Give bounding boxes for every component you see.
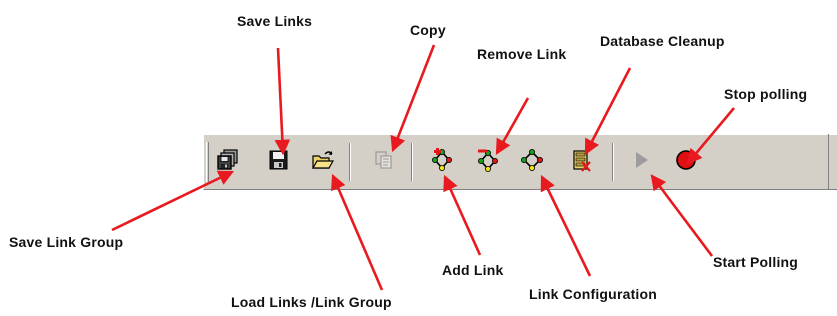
arrow-load-links: [331, 173, 384, 291]
callout-database-cleanup: Database Cleanup: [600, 33, 725, 49]
database-cleanup-button[interactable]: [566, 144, 596, 176]
callout-start-polling: Start Polling: [713, 254, 799, 270]
callout-save-link-group: Save Link Group: [9, 234, 124, 250]
stacked-disks-icon: [217, 149, 238, 170]
open-folder-icon: [311, 151, 335, 169]
annotated-toolbar-figure: Save Links Copy Remove Link Database Cle…: [0, 0, 837, 316]
callout-load-links: Load Links /Link Group: [231, 294, 392, 310]
arrow-link-configuration: [540, 174, 592, 277]
toolbar-separator: [612, 143, 614, 181]
copy-icon: [375, 151, 392, 169]
toolbar-separator: [349, 143, 351, 181]
callout-remove-link: Remove Link: [477, 46, 567, 62]
callout-stop-polling: Stop polling: [724, 86, 808, 102]
link-configuration-button[interactable]: [517, 144, 547, 176]
copy-button[interactable]: [369, 144, 399, 176]
record-icon: [676, 150, 696, 170]
load-links-button[interactable]: [308, 144, 338, 176]
remove-link-icon: [478, 149, 498, 172]
start-polling-button[interactable]: [626, 144, 656, 176]
link-configuration-icon: [521, 149, 543, 171]
callout-link-configuration: Link Configuration: [529, 286, 658, 302]
remove-link-button[interactable]: [473, 144, 503, 176]
callout-copy: Copy: [410, 22, 446, 38]
save-link-group-button[interactable]: [213, 144, 243, 176]
stop-polling-button[interactable]: [671, 144, 701, 176]
toolbar-grip[interactable]: [206, 142, 209, 182]
database-cleanup-icon: [573, 150, 591, 172]
add-link-icon: [432, 148, 452, 171]
floppy-disk-icon: [269, 150, 288, 170]
toolbar-separator: [411, 143, 413, 181]
toolbar-edge: [828, 134, 829, 190]
callout-add-link: Add Link: [442, 262, 504, 278]
save-links-button[interactable]: [264, 144, 294, 176]
play-icon: [636, 152, 648, 168]
callout-save-links: Save Links: [237, 13, 313, 29]
add-link-button[interactable]: [427, 144, 457, 176]
